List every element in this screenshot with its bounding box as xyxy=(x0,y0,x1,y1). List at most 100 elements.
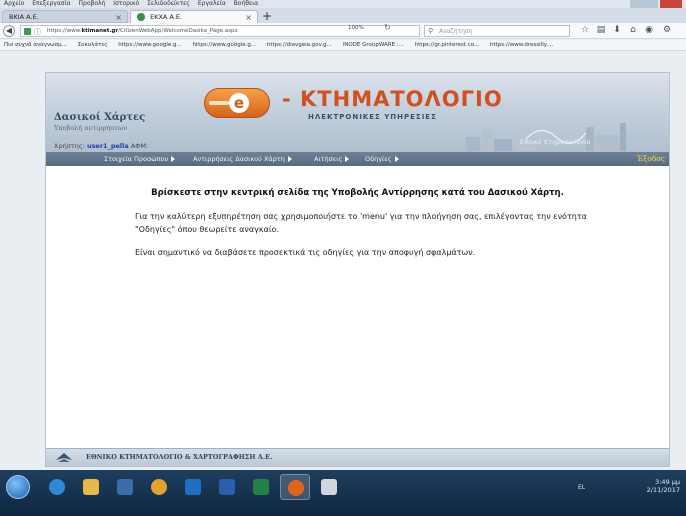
excel-icon xyxy=(253,479,269,495)
ktimatologio-mark-icon xyxy=(56,453,72,462)
language-indicator[interactable]: EL xyxy=(578,484,585,491)
warning-paragraph: Είναι σημαντικό να διαβάσετε προσεκτικά … xyxy=(135,248,476,257)
arrow-right-icon xyxy=(171,156,176,162)
bookmarks-toolbar: Πιο συχνά αναγνωσμ... Σοκολάτες https://… xyxy=(0,40,686,51)
bookmark-item[interactable]: Πιο συχνά αναγνωσμ... xyxy=(4,42,67,48)
app-taskbar-button[interactable] xyxy=(314,474,344,500)
bookmark-item[interactable]: https://gr.pinterest.co... xyxy=(415,42,480,48)
media-player-icon xyxy=(117,479,133,495)
logout-link[interactable]: Έξοδος xyxy=(636,152,665,166)
clock-time: 3:49 μμ xyxy=(655,478,680,486)
chrome-taskbar-button[interactable] xyxy=(144,474,174,500)
clock[interactable]: 3:49 μμ 2/11/2017 xyxy=(647,478,680,494)
menu-history[interactable]: Ιστορικό xyxy=(113,0,139,7)
pocket-icon[interactable]: ◉ xyxy=(644,25,654,35)
logo-text: - ΚΤΗΜΑΤΟΛΟΓΙΟ xyxy=(282,87,503,111)
menu-bookmarks[interactable]: Σελιδοδείκτες xyxy=(147,0,190,7)
menu-tools[interactable]: Εργαλεία xyxy=(198,0,226,7)
logo-letter: e xyxy=(229,93,249,113)
url-prefix: https://www. xyxy=(47,28,82,34)
excel-taskbar-button[interactable] xyxy=(246,474,276,500)
new-tab-button[interactable]: + xyxy=(262,10,272,22)
minimize-button[interactable] xyxy=(630,0,644,8)
maximize-button[interactable] xyxy=(644,0,658,8)
menu-edit[interactable]: Επεξεργασία xyxy=(32,0,70,7)
menu-help[interactable]: Βοήθεια xyxy=(234,0,259,7)
nav-personal-details[interactable]: Στοιχεία Προσώπου xyxy=(104,152,176,166)
search-icon: ⚲ xyxy=(428,27,434,35)
ktimatologio-e-logo: e xyxy=(204,88,270,118)
bookmark-item[interactable]: https://diavgeia.gov.g... xyxy=(267,42,332,48)
chrome-icon xyxy=(151,479,167,495)
info-icon[interactable]: ⓘ xyxy=(34,27,41,38)
nav-label: Στοιχεία Προσώπου xyxy=(104,155,169,163)
bookmark-star-icon[interactable]: ☆ xyxy=(580,25,590,35)
word-taskbar-button[interactable] xyxy=(212,474,242,500)
arrow-right-icon xyxy=(345,156,350,162)
home-icon[interactable]: ⌂ xyxy=(628,25,638,35)
footer-company-name: ΕΘΝΙΚΟ ΚΤΗΜΑΤΟΛΟΓΙΟ & ΧΑΡΤΟΓΡΑΦΗΣΗ Α.Ε. xyxy=(86,453,273,461)
bookmark-item[interactable]: iNODE GroupWARE :... xyxy=(343,42,404,48)
reload-icon[interactable]: ↻ xyxy=(384,23,391,32)
back-button[interactable]: ◀ xyxy=(3,25,15,37)
explorer-taskbar-button[interactable] xyxy=(76,474,106,500)
nav-forest-map-objections[interactable]: Αντιρρήσεις Δασικού Χάρτη xyxy=(193,152,292,166)
firefox-taskbar-button[interactable] xyxy=(280,474,310,500)
tab-ekxa[interactable]: ΕΚΧΑ Α.Ε. × xyxy=(130,10,258,23)
instructions-paragraph: Για την καλύτερη εξυπηρέτηση σας χρησιμο… xyxy=(135,212,587,234)
nav-instructions[interactable]: Οδηγίες xyxy=(365,152,399,166)
zoom-level[interactable]: 100% xyxy=(348,25,364,31)
bookmark-item[interactable]: https://www.google.g... xyxy=(193,42,257,48)
nav-label: Αντιρρήσεις Δασικού Χάρτη xyxy=(193,155,285,163)
internet-explorer-icon xyxy=(49,479,65,495)
menu-file[interactable]: Αρχείο xyxy=(4,0,24,7)
header-brand-text: Εθνικό Κτηματολόγιο xyxy=(520,139,591,146)
arrow-right-icon xyxy=(394,156,399,162)
tab-label: ΕΚΧΑ Α.Ε. xyxy=(150,13,183,21)
main-nav-menu: Στοιχεία Προσώπου Αντιρρήσεις Δασικού Χά… xyxy=(46,152,669,166)
navigation-bar: ◀ ⓘ https://www.ktimanet.gr/CitizenWebAp… xyxy=(0,23,686,39)
logo-swoosh xyxy=(209,101,229,105)
reading-list-icon[interactable]: ▤ xyxy=(596,25,606,35)
main-content: Βρίσκεστε στην κεντρική σελίδα της Υποβο… xyxy=(46,166,669,448)
outlook-taskbar-button[interactable] xyxy=(178,474,208,500)
bookmark-item[interactable]: Σοκολάτες xyxy=(78,42,108,48)
url-path: /CitizenWebApp/WelcomeDasika_Page.aspx xyxy=(118,28,238,34)
media-taskbar-button[interactable] xyxy=(110,474,140,500)
user-label: Χρήστης: xyxy=(54,142,85,150)
user-info: Χρήστης: user1_pella ΑΦΜ: xyxy=(54,142,148,150)
lock-icon xyxy=(24,28,31,35)
site-favicon-icon xyxy=(137,13,145,21)
menu-view[interactable]: Προβολή xyxy=(79,0,106,7)
nav-label: Αιτήσεις xyxy=(314,155,343,163)
system-tray: EL 3:49 μμ 2/11/2017 xyxy=(552,476,682,500)
tab-bkia[interactable]: ΒΚΙΑ Α.Ε. × xyxy=(2,10,128,23)
url-domain: ktimanet.gr xyxy=(81,28,119,34)
windows-taskbar: EL 3:49 μμ 2/11/2017 xyxy=(0,470,686,516)
nav-label: Οδηγίες xyxy=(365,155,392,163)
close-window-button[interactable] xyxy=(660,0,682,8)
search-placeholder: Αναζήτηση xyxy=(439,28,473,35)
afm-label: ΑΦΜ: xyxy=(130,142,149,150)
downloads-icon[interactable]: ⬇ xyxy=(612,25,622,35)
tab-strip: ΒΚΙΑ Α.Ε. × ΕΚΧΑ Α.Ε. × + xyxy=(0,8,686,23)
search-input[interactable]: ⚲ Αναζήτηση xyxy=(424,25,570,37)
window-icon xyxy=(321,479,337,495)
start-button[interactable] xyxy=(6,475,30,499)
extension-icon[interactable]: ⚙ xyxy=(662,25,672,35)
clock-date: 2/11/2017 xyxy=(646,486,680,494)
site-container: Δασικοί Χάρτες Υποβολή αντιρρήσεων Χρήστ… xyxy=(45,72,670,467)
bookmark-item[interactable]: https://www.dressilly.... xyxy=(490,42,553,48)
bookmark-item[interactable]: https://www.google.g... xyxy=(118,42,182,48)
site-footer: ΕΘΝΙΚΟ ΚΤΗΜΑΤΟΛΟΓΙΟ & ΧΑΡΤΟΓΡΑΦΗΣΗ Α.Ε. xyxy=(46,448,669,466)
page-viewport: Δασικοί Χάρτες Υποβολή αντιρρήσεων Χρήστ… xyxy=(0,52,686,470)
site-title: Δασικοί Χάρτες xyxy=(54,112,146,123)
nav-applications[interactable]: Αιτήσεις xyxy=(314,152,350,166)
ie-taskbar-button[interactable] xyxy=(42,474,72,500)
firefox-icon xyxy=(288,480,304,496)
browser-menubar: Αρχείο Επεξεργασία Προβολή Ιστορικό Σελι… xyxy=(0,0,686,8)
site-subtitle: Υποβολή αντιρρήσεων xyxy=(54,124,128,132)
outlook-icon xyxy=(185,479,201,495)
logo-subtitle: ΗΛΕΚΤΡΟΝΙΚΕΣ ΥΠΗΡΕΣΙΕΣ xyxy=(308,113,437,121)
welcome-heading: Βρίσκεστε στην κεντρική σελίδα της Υποβο… xyxy=(151,188,564,198)
